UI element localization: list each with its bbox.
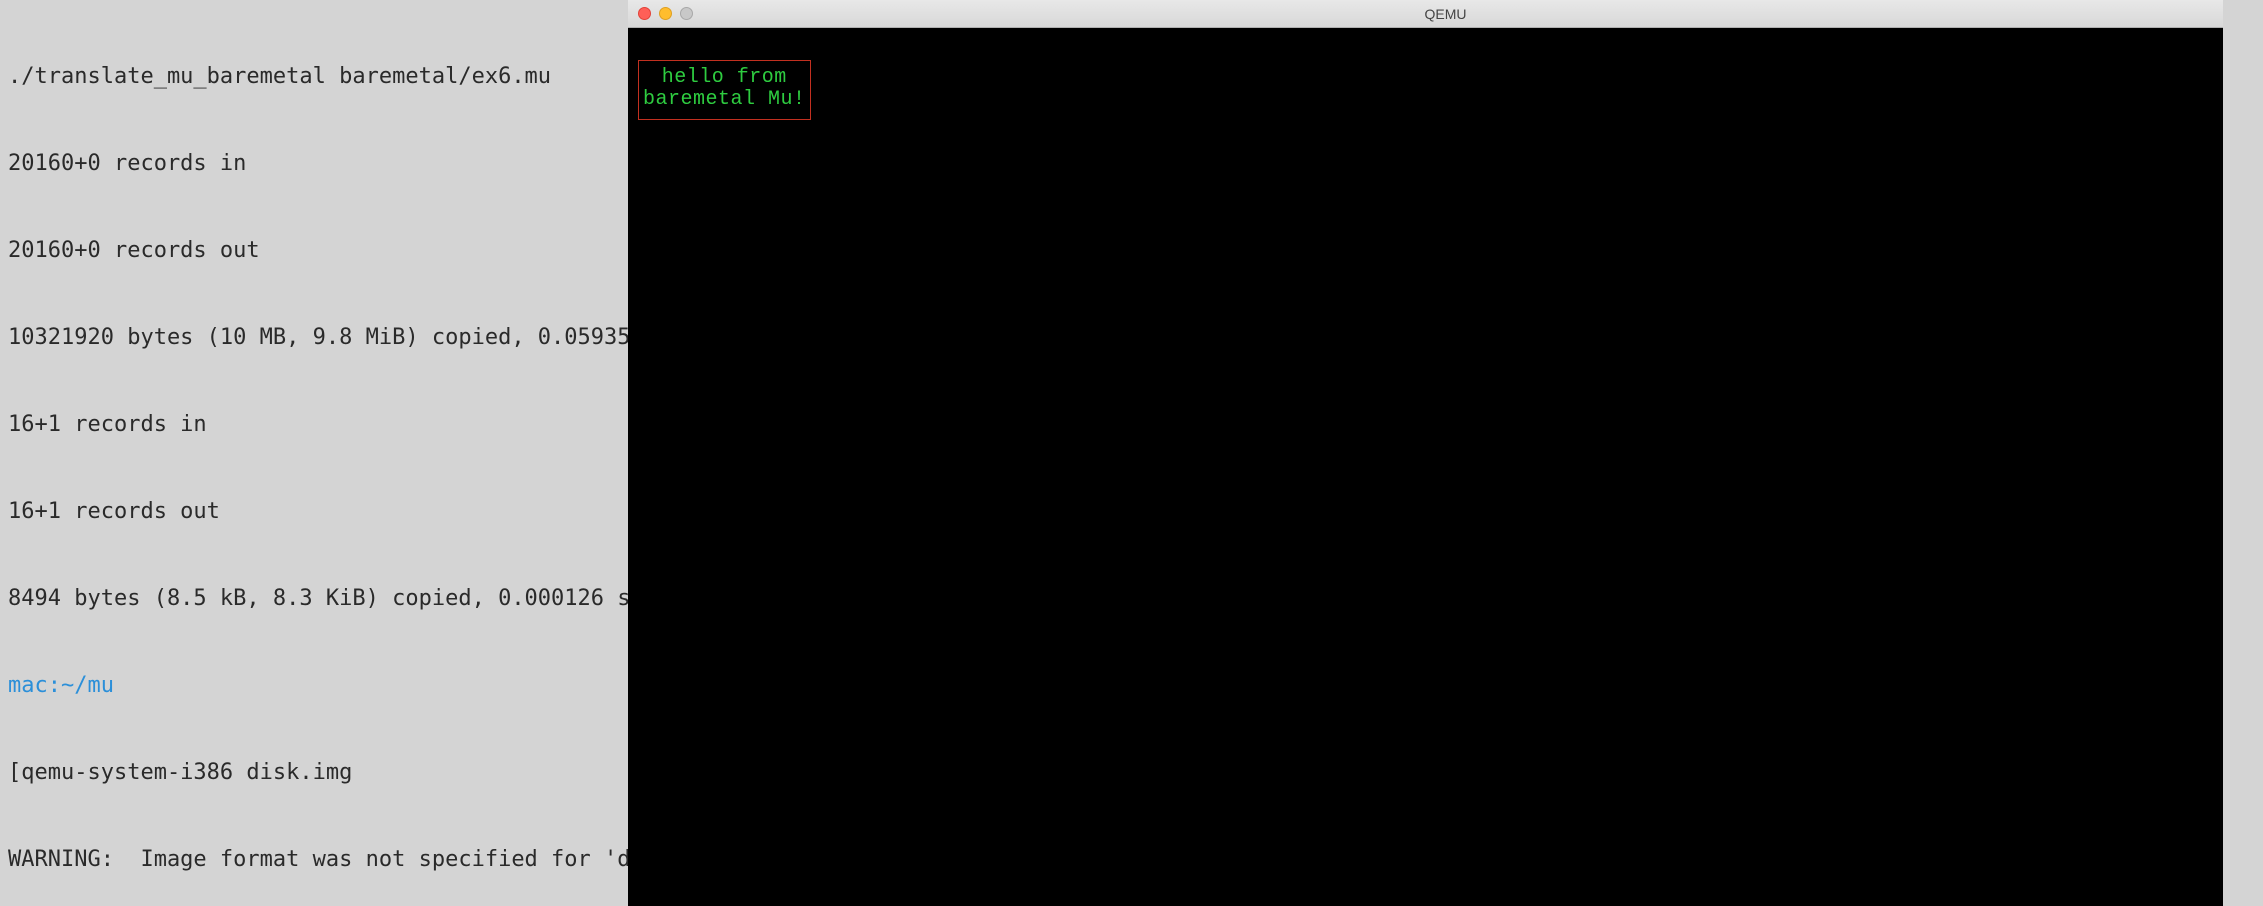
minimize-icon[interactable] [659,7,672,20]
qemu-window: QEMU hello from baremetal Mu! [628,0,2263,906]
terminal-output-line: ./translate_mu_baremetal baremetal/ex6.m… [8,62,620,91]
window-title: QEMU [1425,6,1467,22]
window-controls [638,7,693,20]
terminal-output-line: 10321920 bytes (10 MB, 9.8 MiB) copied, … [8,323,620,352]
terminal-output-line: 8494 bytes (8.5 kB, 8.3 KiB) copied, 0.0… [8,584,620,613]
maximize-icon[interactable] [680,7,693,20]
qemu-titlebar[interactable]: QEMU [628,0,2263,28]
right-margin [2223,0,2263,906]
terminal-warning-line: WARNING: Image format was not specified … [8,845,620,874]
qemu-screen[interactable]: hello from baremetal Mu! [628,28,2263,906]
terminal-pane[interactable]: ./translate_mu_baremetal baremetal/ex6.m… [0,0,628,906]
terminal-output-line: 16+1 records out [8,497,620,526]
close-icon[interactable] [638,7,651,20]
hello-line-1: hello from [643,67,806,89]
terminal-output-line: 20160+0 records out [8,236,620,265]
terminal-command-line: [qemu-system-i386 disk.img [8,758,620,787]
terminal-output-line: 16+1 records in [8,410,620,439]
terminal-output-line: 20160+0 records in [8,149,620,178]
hello-message-box: hello from baremetal Mu! [638,60,811,120]
hello-line-2: baremetal Mu! [643,89,806,111]
terminal-prompt: mac:~/mu [8,671,620,700]
